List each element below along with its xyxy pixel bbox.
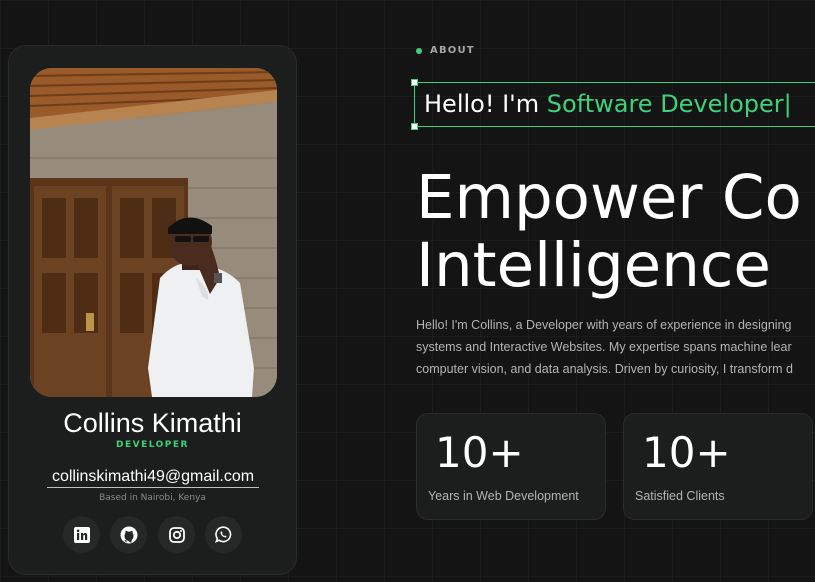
- profile-location: Based in Nairobi, Kenya: [99, 493, 206, 503]
- selection-handle[interactable]: [411, 79, 418, 86]
- stat-card-years: 10+ Years in Web Development: [416, 413, 606, 520]
- intro-paragraph: Hello! I'm Collins, a Developer with yea…: [416, 314, 815, 380]
- stat-value: 10+: [642, 428, 731, 477]
- profile-name: Collins Kimathi: [63, 408, 242, 438]
- stat-card-clients: 10+ Satisfied Clients: [623, 413, 813, 520]
- intro-line: computer vision, and data analysis. Driv…: [416, 362, 794, 376]
- intro-line: Hello! I'm Collins, a Developer with yea…: [416, 318, 792, 332]
- instagram-button[interactable]: [158, 516, 195, 553]
- typing-headline-box: Hello! I'm Software Developer|: [411, 79, 815, 130]
- accent-dot: [416, 47, 422, 54]
- github-icon: [120, 526, 137, 543]
- stat-label: Satisfied Clients: [635, 489, 725, 503]
- typing-headline: Hello! I'm Software Developer|: [424, 90, 792, 118]
- profile-role: DEVELOPER: [116, 440, 189, 450]
- profile-photo: [30, 68, 277, 397]
- selection-handle[interactable]: [411, 123, 418, 130]
- social-links: [63, 516, 243, 553]
- whatsapp-button[interactable]: [205, 516, 242, 553]
- section-label-about: ABOUT: [416, 45, 475, 56]
- email-link[interactable]: collinskimathi49@gmail.com: [47, 468, 259, 488]
- about-label: ABOUT: [430, 45, 475, 56]
- stat-value: 10+: [435, 428, 524, 477]
- headline-line-2: Intelligence: [416, 230, 771, 301]
- typing-accent: Software Developer: [546, 90, 784, 118]
- typing-cursor: |: [783, 90, 792, 118]
- instagram-icon: [168, 526, 185, 543]
- headline-line-1: Empower Co: [416, 162, 802, 233]
- linkedin-icon: [73, 526, 90, 543]
- linkedin-button[interactable]: [63, 516, 100, 553]
- github-button[interactable]: [110, 516, 147, 553]
- whatsapp-icon: [215, 526, 232, 543]
- hero-headline: Empower Co Intelligence: [416, 164, 802, 300]
- profile-card: Collins Kimathi DEVELOPER collinskimathi…: [8, 45, 297, 575]
- typing-prefix: Hello! I'm: [424, 90, 547, 118]
- intro-line: systems and Interactive Websites. My exp…: [416, 340, 792, 354]
- stat-label: Years in Web Development: [428, 489, 579, 503]
